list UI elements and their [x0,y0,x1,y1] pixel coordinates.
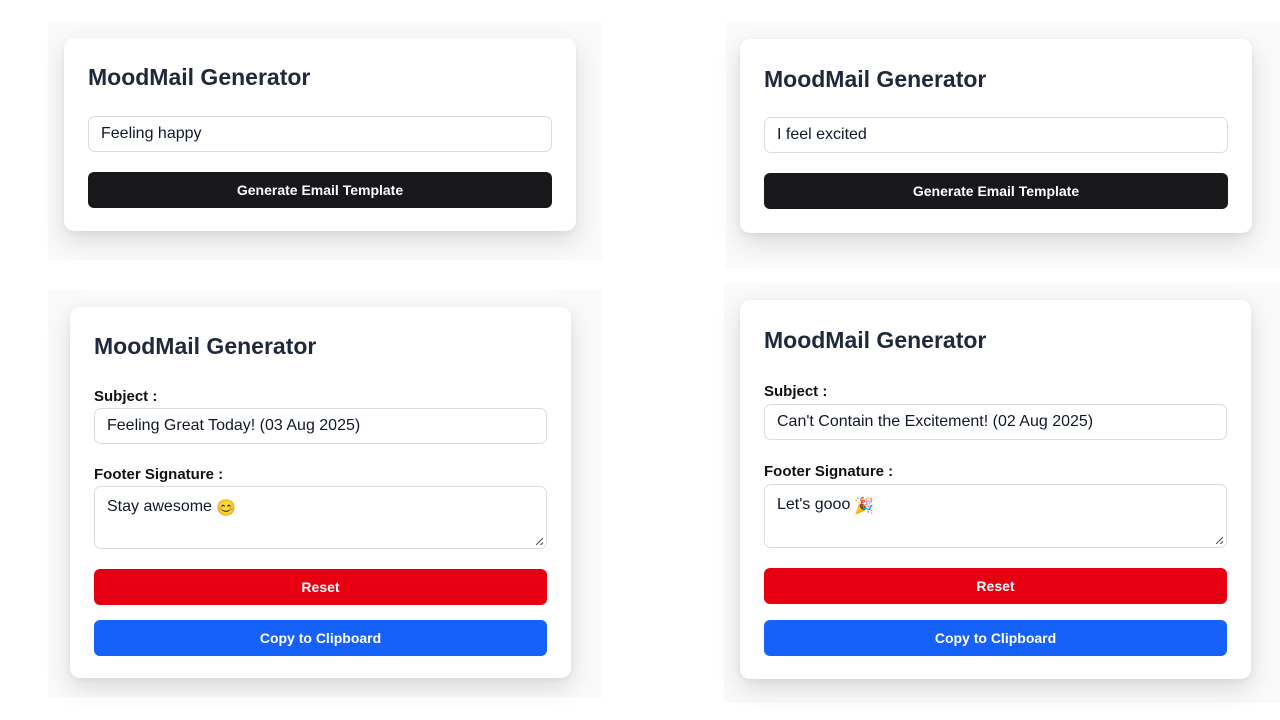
subject-input[interactable]: Feeling Great Today! (03 Aug 2025) [94,408,547,444]
footer-signature-textarea[interactable]: Let's gooo 🎉 [764,484,1227,548]
footer-signature-text: Let's gooo [777,496,851,513]
copy-to-clipboard-button[interactable]: Copy to Clipboard [94,620,547,656]
copy-to-clipboard-button[interactable]: Copy to Clipboard [764,620,1227,656]
resize-handle-icon[interactable] [1216,537,1223,544]
generate-email-button[interactable]: Generate Email Template [764,173,1228,209]
mood-input[interactable]: Feeling happy [88,116,552,152]
app-title: MoodMail Generator [88,64,311,90]
app-title: MoodMail Generator [94,333,317,359]
subject-input[interactable]: Can't Contain the Excitement! (02 Aug 20… [764,404,1227,440]
moodmail-card-excited-input: MoodMail Generator I feel excited Genera… [740,39,1252,233]
footer-signature-label: Footer Signature : [764,463,894,480]
app-title: MoodMail Generator [764,327,987,353]
footer-signature-text: Stay awesome [107,498,212,515]
moodmail-card-excited-result: MoodMail Generator Subject : Can't Conta… [740,300,1251,679]
smiling-face-emoji-icon: 😊 [215,500,236,517]
subject-label: Subject : [94,388,158,405]
moodmail-card-happy-result: MoodMail Generator Subject : Feeling Gre… [70,307,571,678]
party-popper-emoji-icon: 🎉 [854,498,875,515]
generate-email-button[interactable]: Generate Email Template [88,172,552,208]
reset-button[interactable]: Reset [764,568,1227,604]
app-title: MoodMail Generator [764,66,987,92]
footer-signature-label: Footer Signature : [94,466,224,483]
reset-button[interactable]: Reset [94,569,547,605]
resize-handle-icon[interactable] [536,538,543,545]
moodmail-card-happy-input: MoodMail Generator Feeling happy Generat… [64,38,576,231]
mood-input[interactable]: I feel excited [764,117,1228,153]
footer-signature-textarea[interactable]: Stay awesome 😊 [94,486,547,549]
subject-label: Subject : [764,383,828,400]
